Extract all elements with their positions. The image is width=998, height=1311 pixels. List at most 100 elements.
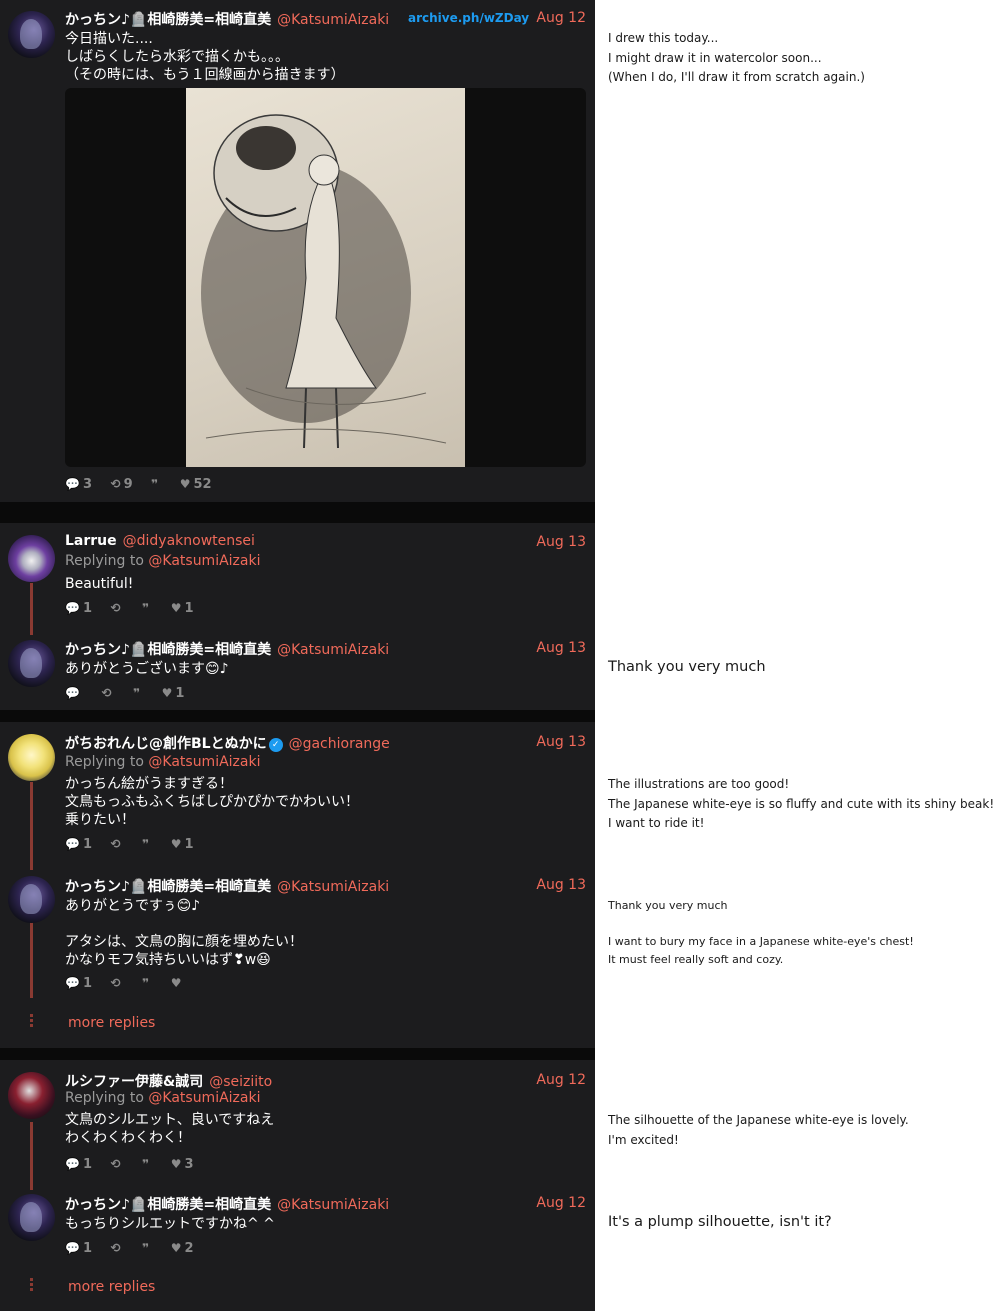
avatar[interactable] [8,876,55,923]
tweet-date[interactable]: Aug 13 [536,877,586,893]
tweet-actions: 💬 1 ⟲ ❞ ♥ 1 [65,837,208,852]
retweet-button[interactable]: ⟲ [111,837,124,852]
reply-icon: 💬 [65,976,80,990]
tweet-actions: 💬 1 ⟲ ❞ ♥ [65,976,198,991]
reply-icon: 💬 [65,1157,80,1171]
retweet-button[interactable]: ⟲ [111,601,124,616]
retweet-icon: ⟲ [110,837,121,851]
quote-button[interactable]: ❞ [142,1241,152,1256]
retweet-button[interactable]: ⟲ [111,1157,124,1172]
display-name: かっちン♪🪦相崎勝美=相崎直美 [65,879,272,895]
quote-button[interactable]: ❞ [133,686,143,701]
tweet-date[interactable]: Aug 13 [536,734,586,750]
tweet-date[interactable]: Aug 12 [536,1072,586,1088]
thread-connector [30,782,33,870]
author-name[interactable]: かっちン♪🪦相崎勝美=相崎直美 @KatsumiAizaki [65,1194,389,1214]
reply-button[interactable]: 💬 1 [65,1157,92,1172]
reply-button[interactable]: 💬 1 [65,837,92,852]
author-name[interactable]: ルシファー伊藤&誠司 @seiziito [65,1071,272,1091]
replying-to: Replying to @KatsumiAizaki [65,754,261,770]
author-handle[interactable]: @seiziito [209,1074,272,1090]
like-button[interactable]: ♥ 3 [171,1157,194,1172]
verified-badge-icon: ✓ [268,738,283,752]
display-name: ルシファー伊藤&誠司 [65,1074,204,1090]
author-name[interactable]: がちおれんじ@創作BLとぬかに ✓ @gachiorange [65,733,390,753]
quote-icon: ❞ [142,976,150,990]
retweet-button[interactable]: ⟲ [101,686,114,701]
author-name[interactable]: かっちン♪🪦相崎勝美=相崎直美 @KatsumiAizaki [65,876,389,896]
avatar[interactable] [8,11,55,58]
retweet-icon: ⟲ [110,976,121,990]
quote-button[interactable]: ❞ [142,601,152,616]
tweet-actions: 💬 1 ⟲ ❞ ♥ 2 [65,1241,208,1256]
quote-button[interactable]: ❞ [142,976,152,991]
tweet-date[interactable]: Aug 12 [536,1195,586,1211]
quote-button[interactable]: ❞ [151,477,161,492]
avatar[interactable] [8,640,55,687]
tweet-text: ありがとうございます😊♪ [65,661,229,677]
retweet-button[interactable]: ⟲ [111,1241,124,1256]
translation-reply: Thank you very much I want to bury my fa… [608,899,914,966]
reply-target-handle[interactable]: @KatsumiAizaki [148,754,260,770]
retweet-button[interactable]: ⟲ [111,976,124,991]
tweet-date[interactable]: Aug 13 [536,534,586,550]
heart-icon: ♥ [170,976,182,990]
author-handle[interactable]: @KatsumiAizaki [277,642,389,658]
like-button[interactable]: ♥ 1 [171,837,194,852]
author-handle[interactable]: @KatsumiAizaki [277,12,389,28]
author-name[interactable]: かっちン♪🪦相崎勝美=相崎直美 @KatsumiAizaki [65,639,389,659]
tweet-media[interactable] [65,88,586,467]
reply-target-handle[interactable]: @KatsumiAizaki [148,553,260,569]
avatar[interactable] [8,1072,55,1119]
author-handle[interactable]: @KatsumiAizaki [277,1197,389,1213]
like-button[interactable]: ♥ 2 [171,1241,194,1256]
sketch-illustration [201,114,447,449]
archive-link[interactable]: archive.ph/wZDay [408,11,529,25]
author-handle[interactable]: @gachiorange [289,736,390,752]
tweet-text: 文鳥のシルエット、良いですねえ わくわくわくわく！ [65,1112,275,1146]
author-name[interactable]: Larrue @didyaknowtensei [65,533,255,549]
heart-icon: ♥ [170,1157,182,1171]
tweet-date[interactable]: Aug 13 [536,640,586,656]
retweet-icon: ⟲ [101,686,112,700]
avatar[interactable] [8,734,55,781]
display-name: かっちン♪🪦相崎勝美=相崎直美 [65,1197,272,1213]
translation-reply: The illustrations are too good! The Japa… [608,777,995,830]
heart-icon: ♥ [161,686,173,700]
like-button[interactable]: ♥ 1 [162,686,185,701]
sketch-image[interactable] [186,88,465,467]
like-button[interactable]: ♥ 1 [171,601,194,616]
avatar[interactable] [8,1194,55,1241]
author-name[interactable]: かっちン♪🪦相崎勝美=相崎直美 @KatsumiAizaki [65,9,389,29]
tweet-text: ありがとうですぅ😊♪ アタシは、文鳥の胸に顔を埋めたい！ かなりモフ気持ちいいは… [65,898,303,968]
reply-button[interactable]: 💬 1 [65,1241,92,1256]
reply-target-handle[interactable]: @KatsumiAizaki [148,1090,260,1106]
author-handle[interactable]: @KatsumiAizaki [277,879,389,895]
reply-button[interactable]: 💬 1 [65,976,92,991]
more-replies-link[interactable]: more replies [68,1279,155,1295]
author-handle[interactable]: @didyaknowtensei [123,533,255,549]
quote-icon: ❞ [151,477,159,491]
tweet-actions: 💬 3 ⟲ 9 ❞ ♥ 52 [65,477,226,492]
tweet-text: Beautiful! [65,576,134,592]
reply-thread: ルシファー伊藤&誠司 @seiziito Aug 12 Replying to @… [0,1060,595,1311]
like-button[interactable]: ♥ 52 [180,477,212,492]
quote-button[interactable]: ❞ [142,1157,152,1172]
tweet-date[interactable]: Aug 12 [536,10,586,26]
reply-thread: がちおれんじ@創作BLとぬかに ✓ @gachiorange Aug 13 Repl… [0,722,595,1048]
reply-button[interactable]: 💬 [65,686,83,701]
quote-button[interactable]: ❞ [142,837,152,852]
like-button[interactable]: ♥ [171,976,185,991]
thread-dots [30,1278,33,1292]
replying-to: Replying to @KatsumiAizaki [65,553,261,569]
quote-icon: ❞ [133,686,141,700]
heart-icon: ♥ [170,837,182,851]
avatar[interactable] [8,535,55,582]
reply-button[interactable]: 💬 1 [65,601,92,616]
timeline-panel: かっちン♪🪦相崎勝美=相崎直美 @KatsumiAizaki archive.ph… [0,0,595,1311]
reply-button[interactable]: 💬 3 [65,477,92,492]
heart-icon: ♥ [170,1241,182,1255]
quote-icon: ❞ [142,601,150,615]
more-replies-link[interactable]: more replies [68,1015,155,1031]
retweet-button[interactable]: ⟲ 9 [111,477,133,492]
